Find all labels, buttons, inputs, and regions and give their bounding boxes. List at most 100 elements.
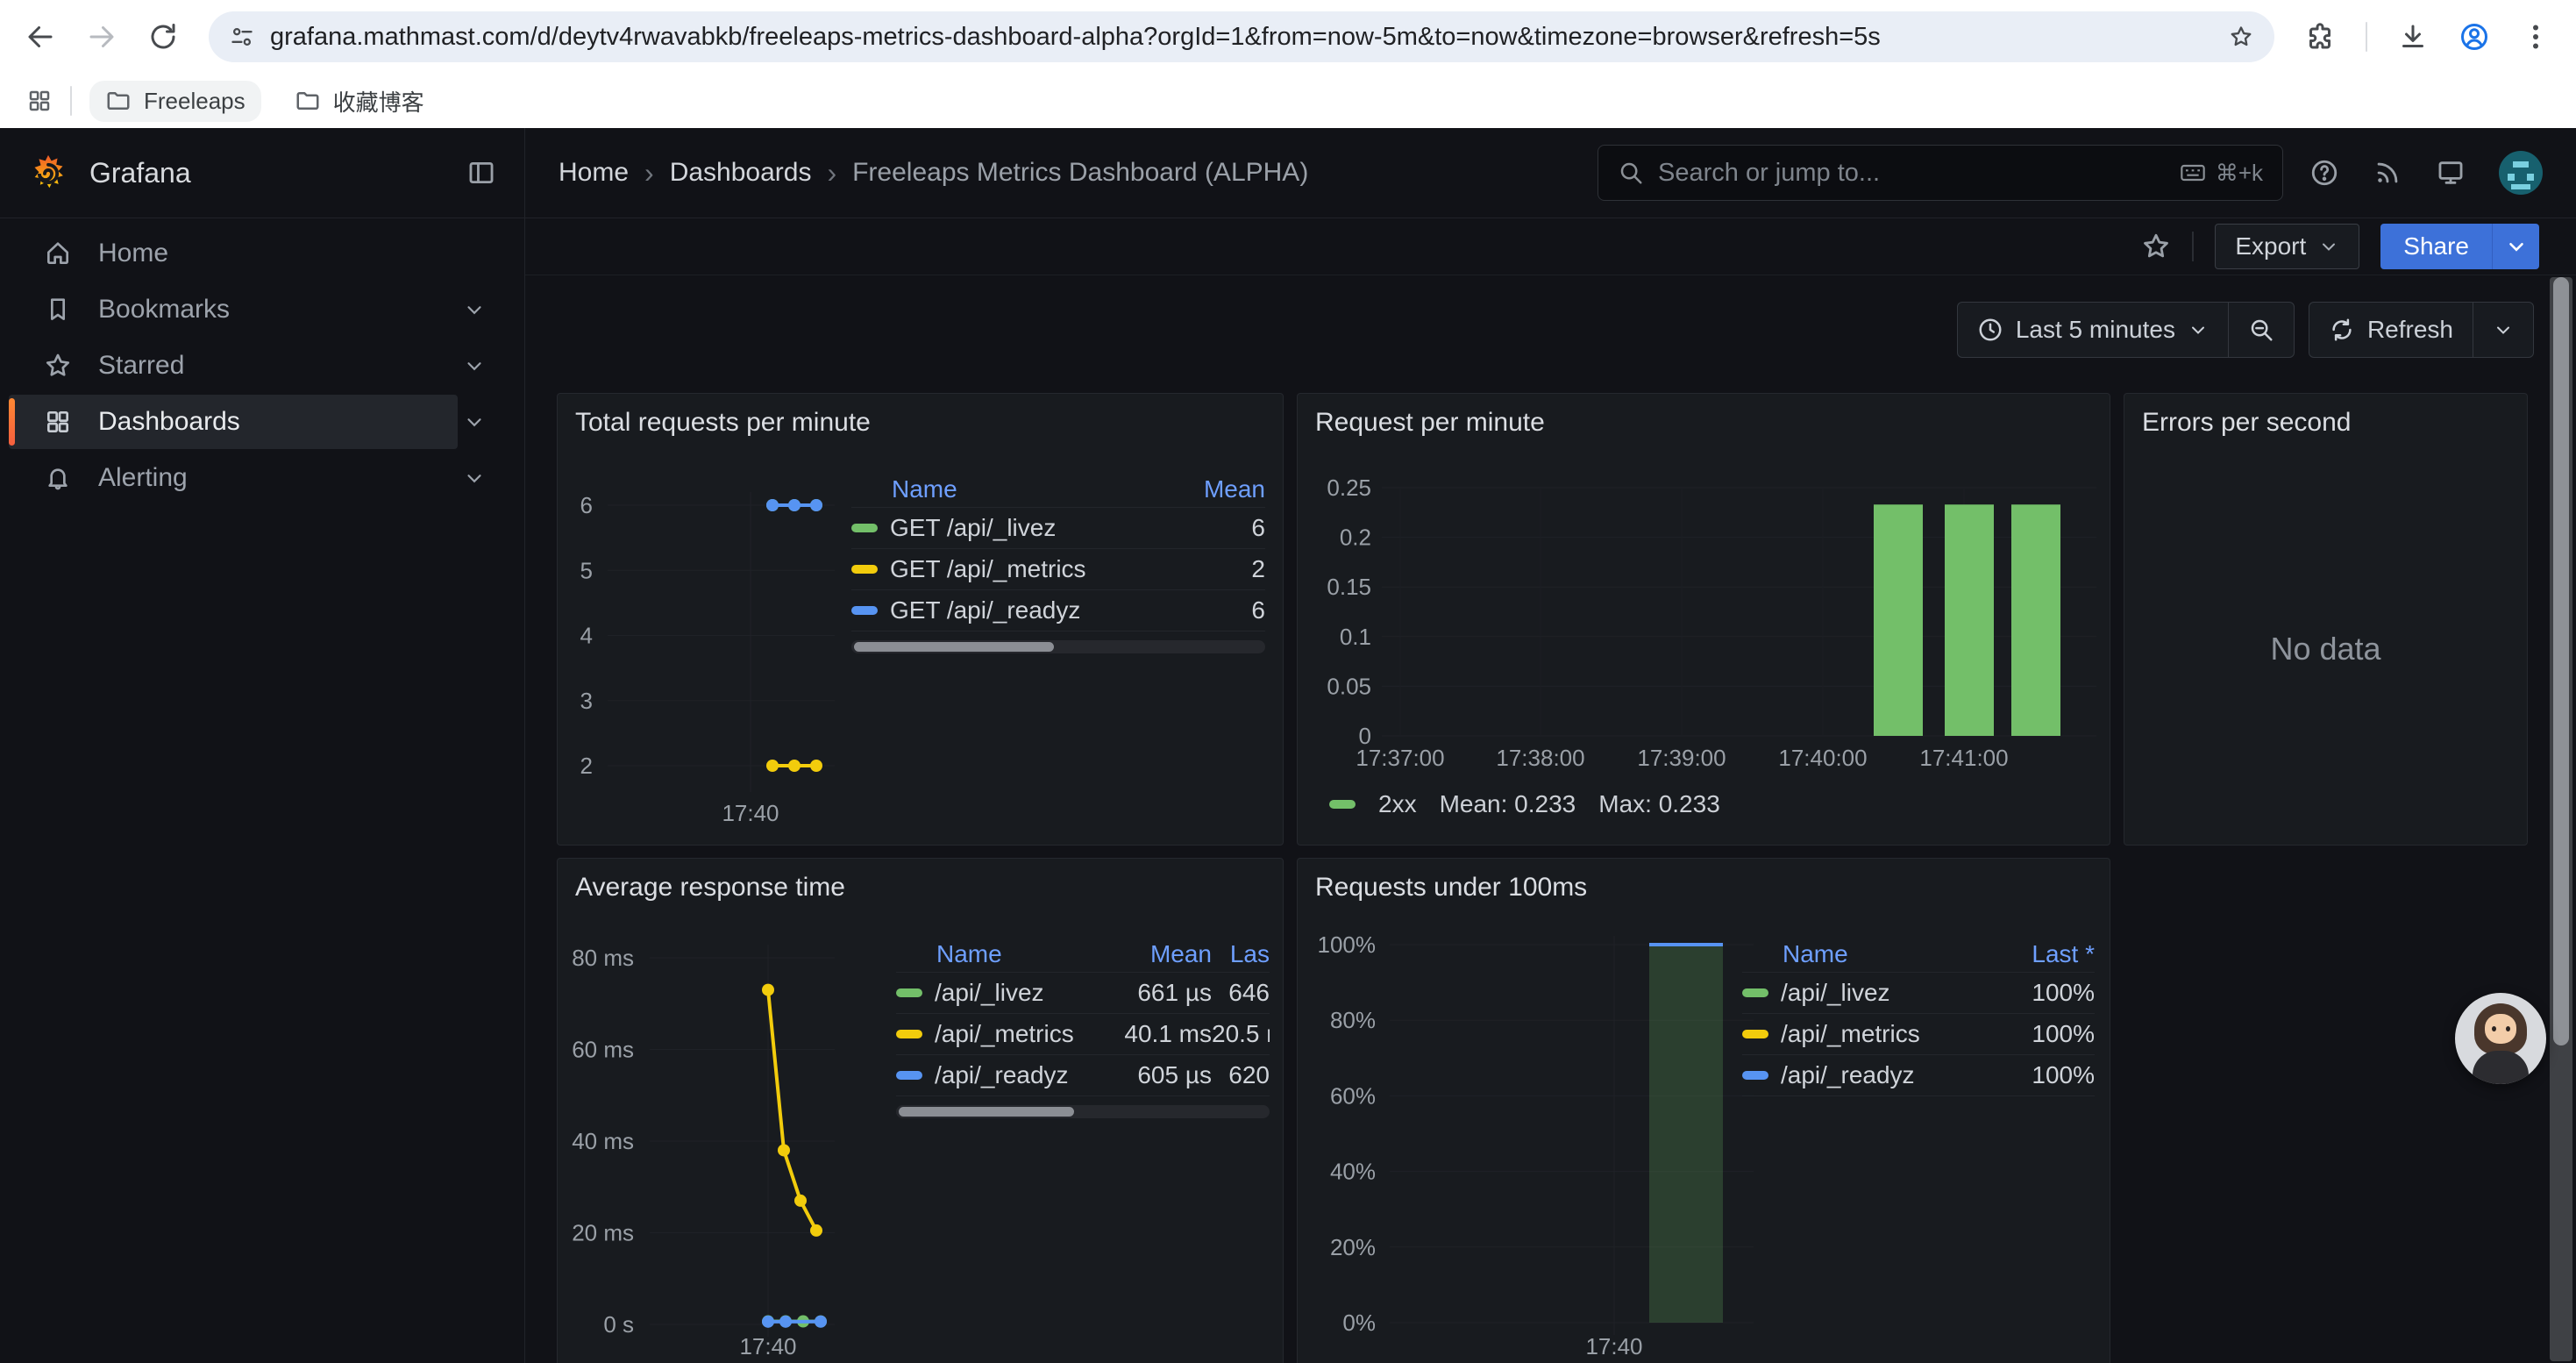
legend-row: /api/_metrics100% xyxy=(1742,1014,2095,1055)
avatar-eye xyxy=(2506,1026,2510,1031)
svg-text:6: 6 xyxy=(580,492,593,518)
panel-average-response-time[interactable]: Average response time 80 ms60 ms40 ms20 … xyxy=(557,858,1284,1363)
legend-table: NameMeanGET /api/_livez6GET /api/_metric… xyxy=(851,471,1265,653)
svg-text:17:41:00: 17:41:00 xyxy=(1919,745,2008,771)
export-button[interactable]: Export xyxy=(2215,224,2359,269)
svg-text:0.2: 0.2 xyxy=(1340,525,1371,551)
series-color-chip xyxy=(1742,988,1768,997)
series-name[interactable]: GET /api/_livez xyxy=(890,514,1056,542)
series-color-chip xyxy=(851,606,878,615)
reload-icon[interactable] xyxy=(147,21,179,53)
sidebar-item-label: Starred xyxy=(98,351,184,381)
legend-row: /api/_livez100% xyxy=(1742,973,2095,1014)
folder-icon xyxy=(105,88,132,114)
refresh-button[interactable]: Refresh xyxy=(2309,303,2473,357)
svg-text:0.15: 0.15 xyxy=(1327,574,1371,600)
apps-grid-icon[interactable] xyxy=(26,88,53,114)
favorite-star-icon[interactable] xyxy=(2141,232,2171,261)
menu-kebab-icon[interactable] xyxy=(2520,21,2551,53)
series-name[interactable]: /api/_livez xyxy=(935,979,1044,1007)
panel-total-requests-per-minute[interactable]: Total requests per minute 6543217:40 Nam… xyxy=(557,393,1284,846)
series-name[interactable]: GET /api/_readyz xyxy=(890,596,1080,624)
help-icon[interactable] xyxy=(2309,158,2339,188)
sidebar-item-alerting[interactable]: Alerting xyxy=(0,450,524,506)
refresh-label: Refresh xyxy=(2367,316,2453,344)
chevron-down-icon[interactable] xyxy=(463,354,486,377)
news-rss-icon[interactable] xyxy=(2373,158,2402,188)
svg-text:17:40:00: 17:40:00 xyxy=(1778,745,1867,771)
page-scrollbar[interactable] xyxy=(2550,277,2572,1361)
legend-header: NameMeanLas xyxy=(896,936,1270,973)
panel-request-per-minute[interactable]: Request per minute 0.250.20.150.10.05017… xyxy=(1297,393,2110,846)
series-color-chip xyxy=(1742,1030,1768,1038)
floating-assistant-avatar[interactable] xyxy=(2455,993,2546,1084)
panel-title: Errors per second xyxy=(2142,408,2351,438)
app-name: Grafana xyxy=(89,157,445,189)
chevron-down-icon[interactable] xyxy=(463,298,486,321)
dock-menu-icon[interactable] xyxy=(466,158,496,188)
legend-row: /api/_readyz 100% xyxy=(1742,1055,2095,1096)
bookmark-star-icon[interactable] xyxy=(2229,25,2253,49)
bookmark-folder-blogs[interactable]: 收藏博客 xyxy=(279,78,440,125)
panel-requests-under-100ms[interactable]: Requests under 100ms 100%80%60%40%20%0%1… xyxy=(1297,858,2110,1363)
series-name[interactable]: 2xx xyxy=(1378,790,1417,818)
refresh-interval-dropdown[interactable] xyxy=(2473,303,2533,357)
legend-header: NameLast * xyxy=(1742,936,2095,973)
zoom-out-button[interactable] xyxy=(2229,303,2294,357)
legend-column-header[interactable]: Last * xyxy=(1989,940,2095,968)
back-icon[interactable] xyxy=(25,21,56,53)
legend-column-header[interactable]: Mean xyxy=(1092,940,1212,968)
series-name[interactable]: /api/_readyz xyxy=(935,1061,1069,1089)
search-input[interactable]: Search or jump to... ⌘+k xyxy=(1598,145,2283,201)
series-color-chip xyxy=(851,524,878,532)
forward-icon[interactable] xyxy=(86,21,117,53)
legend-scrollbar-thumb[interactable] xyxy=(854,642,1054,652)
url-text[interactable]: grafana.mathmast.com/d/deytv4rwavabkb/fr… xyxy=(270,23,2213,52)
series-name[interactable]: GET /api/_metrics xyxy=(890,555,1086,583)
download-icon[interactable] xyxy=(2397,21,2429,53)
chevron-down-icon[interactable] xyxy=(463,410,486,433)
sidebar-header: Grafana xyxy=(0,128,524,218)
sidebar-item-bookmarks[interactable]: Bookmarks xyxy=(0,282,524,338)
legend-scrollbar[interactable] xyxy=(896,1105,1270,1118)
sidebar-item-dashboards[interactable]: Dashboards xyxy=(0,394,524,450)
legend-value: 620 xyxy=(1212,1061,1270,1089)
page-scrollbar-thumb[interactable] xyxy=(2553,277,2569,1045)
svg-text:4: 4 xyxy=(580,623,593,649)
site-settings-icon[interactable] xyxy=(230,25,254,49)
sidebar-item-home[interactable]: Home xyxy=(0,225,524,282)
series-name[interactable]: /api/_metrics xyxy=(935,1020,1074,1048)
breadcrumb-separator: › xyxy=(827,157,836,189)
legend-value: 100% xyxy=(1989,1061,2095,1089)
legend-column-header[interactable]: Las xyxy=(1212,940,1270,968)
user-avatar[interactable] xyxy=(2499,151,2543,195)
legend-column-header[interactable]: Mean xyxy=(1169,475,1265,503)
breadcrumb-dashboards[interactable]: Dashboards xyxy=(670,158,812,188)
legend-scrollbar-thumb[interactable] xyxy=(899,1107,1074,1117)
profile-icon[interactable] xyxy=(2459,21,2490,53)
toolbar-divider xyxy=(2366,22,2367,52)
main-area: Home › Dashboards › Freeleaps Metrics Da… xyxy=(525,128,2576,1363)
time-range-picker[interactable]: Last 5 minutes xyxy=(1958,303,2228,357)
address-bar[interactable]: grafana.mathmast.com/d/deytv4rwavabkb/fr… xyxy=(209,11,2274,62)
breadcrumb-home[interactable]: Home xyxy=(559,158,629,188)
chevron-down-icon[interactable] xyxy=(463,467,486,489)
grafana-logo-icon[interactable] xyxy=(28,153,68,193)
sidebar-item-starred[interactable]: Starred xyxy=(0,338,524,394)
series-name[interactable]: /api/_livez xyxy=(1781,979,1890,1007)
legend-scrollbar[interactable] xyxy=(851,640,1265,653)
panel-errors-per-second[interactable]: Errors per second No data xyxy=(2124,393,2528,846)
bell-icon xyxy=(44,464,72,492)
share-button[interactable]: Share xyxy=(2380,224,2492,269)
series-name[interactable]: /api/_readyz xyxy=(1781,1061,1915,1089)
share-dropdown-button[interactable] xyxy=(2492,224,2539,269)
bookmark-folder-freeleaps[interactable]: Freeleaps xyxy=(89,81,261,122)
legend-column-header[interactable]: Name xyxy=(896,940,1092,968)
legend-column-header[interactable]: Name xyxy=(1742,940,1989,968)
monitor-icon[interactable] xyxy=(2436,158,2466,188)
series-name[interactable]: /api/_metrics xyxy=(1781,1020,1920,1048)
extensions-icon[interactable] xyxy=(2304,21,2336,53)
legend-header: NameMean xyxy=(851,471,1265,508)
bookmarks-divider xyxy=(70,86,72,116)
legend-column-header[interactable]: Name xyxy=(851,475,1169,503)
